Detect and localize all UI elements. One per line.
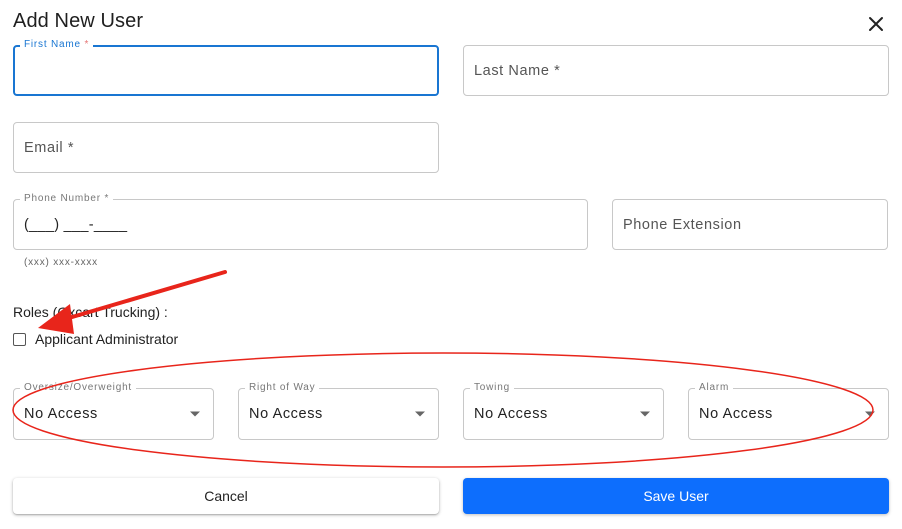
first-name-label: First Name * bbox=[20, 39, 94, 51]
dialog-title: Add New User bbox=[13, 10, 144, 32]
last-name-field[interactable]: Last Name * bbox=[463, 45, 889, 96]
dropdown-arrow-icon[interactable] bbox=[865, 411, 875, 417]
select-label: Right of Way bbox=[245, 382, 320, 394]
select-label: Oversize/Overweight bbox=[20, 382, 137, 394]
dropdown-arrow-icon[interactable] bbox=[640, 411, 650, 417]
select-right-of-way[interactable]: Right of Way No Access bbox=[238, 382, 439, 440]
select-value: No Access bbox=[24, 406, 98, 422]
applicant-administrator-label: Applicant Administrator bbox=[35, 331, 179, 347]
dropdown-arrow-icon[interactable] bbox=[190, 411, 200, 417]
select-label: Alarm bbox=[695, 382, 734, 394]
last-name-placeholder: Last Name * bbox=[474, 62, 561, 79]
save-user-button[interactable]: Save User bbox=[463, 478, 889, 514]
required-asterisk: * bbox=[80, 39, 90, 50]
phone-extension-placeholder: Phone Extension bbox=[623, 216, 742, 233]
applicant-administrator-checkbox-row[interactable]: Applicant Administrator bbox=[13, 331, 178, 347]
select-oversize-overweight[interactable]: Oversize/Overweight No Access bbox=[13, 382, 214, 440]
applicant-administrator-checkbox[interactable] bbox=[13, 332, 26, 346]
roles-label: Roles (Oxcart Trucking) : bbox=[13, 304, 168, 320]
email-placeholder: Email * bbox=[24, 139, 75, 156]
phone-extension-field[interactable]: Phone Extension bbox=[612, 199, 888, 250]
phone-number-value: (___) ___-____ bbox=[24, 216, 128, 233]
cancel-button[interactable]: Cancel bbox=[13, 478, 439, 514]
select-value: No Access bbox=[699, 406, 773, 422]
select-label: Towing bbox=[470, 382, 514, 394]
email-field[interactable]: Email * bbox=[13, 122, 439, 173]
first-name-field[interactable]: First Name * bbox=[13, 39, 439, 96]
select-towing[interactable]: Towing No Access bbox=[463, 382, 664, 440]
phone-helper-text: (xxx) xxx-xxxx bbox=[24, 257, 98, 268]
phone-number-field[interactable]: Phone Number * (___) ___-____ bbox=[13, 193, 588, 250]
select-value: No Access bbox=[249, 406, 323, 422]
close-icon[interactable] bbox=[864, 12, 888, 36]
close-button[interactable] bbox=[864, 12, 888, 36]
select-value: No Access bbox=[474, 406, 548, 422]
select-alarm[interactable]: Alarm No Access bbox=[688, 382, 889, 440]
phone-number-label: Phone Number * bbox=[20, 193, 114, 205]
dropdown-arrow-icon[interactable] bbox=[415, 411, 425, 417]
